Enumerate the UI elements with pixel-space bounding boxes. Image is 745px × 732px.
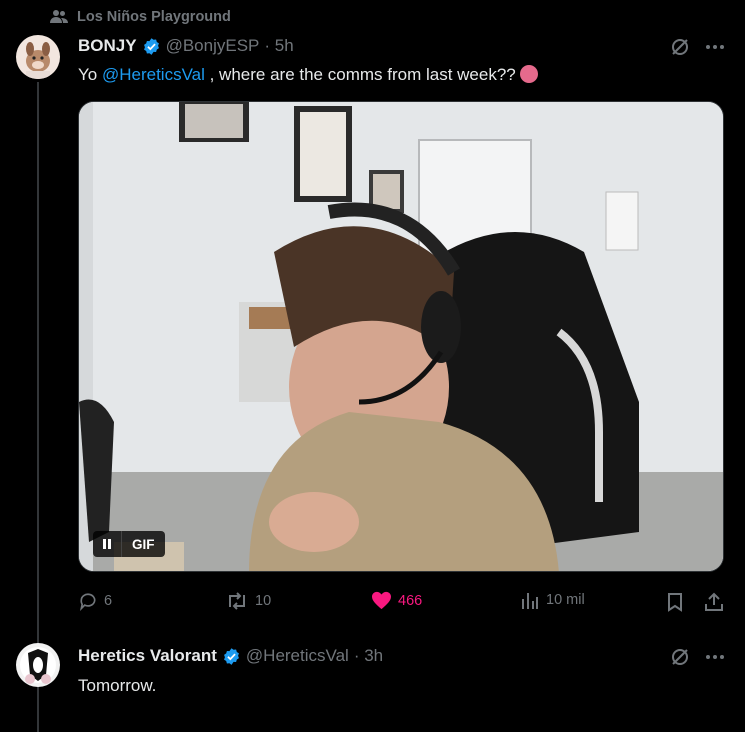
analytics-icon xyxy=(522,593,538,609)
avatar[interactable] xyxy=(16,35,60,79)
social-context-label: Los Niños Playground xyxy=(77,9,231,25)
tweet-header: BONJY @BonjyESP · 5h xyxy=(78,36,294,56)
more-options-icon[interactable] xyxy=(703,36,727,58)
reply-icon xyxy=(79,593,96,611)
share-icon[interactable] xyxy=(703,591,725,613)
reply-button[interactable]: 6 xyxy=(78,591,112,611)
grok-icon[interactable] xyxy=(668,646,692,668)
heart-filled-icon xyxy=(372,591,391,610)
gif-media[interactable]: GIF xyxy=(78,101,724,572)
tweet-text-part: , where are the comms from last week?? xyxy=(204,65,516,84)
reply-timestamp[interactable]: · 3h xyxy=(354,646,383,666)
gif-frame-image xyxy=(79,102,723,571)
mention-link[interactable]: @HereticsVal xyxy=(102,65,205,84)
reply-display-name[interactable]: Heretics Valorant xyxy=(78,646,217,666)
repost-count: 10 xyxy=(255,593,272,609)
reply-handle[interactable]: @HereticsVal xyxy=(246,646,349,666)
verified-badge-icon[interactable] xyxy=(222,647,241,666)
pause-icon[interactable] xyxy=(93,531,122,557)
timestamp[interactable]: · 5h xyxy=(264,36,293,56)
grok-icon[interactable] xyxy=(668,36,692,58)
display-name[interactable]: BONJY xyxy=(78,36,137,56)
gif-badge[interactable]: GIF xyxy=(93,531,165,557)
thread-line xyxy=(37,82,39,732)
people-icon xyxy=(50,10,68,23)
repost-button[interactable]: 10 xyxy=(225,591,271,611)
reply-header: Heretics Valorant @HereticsVal · 3h xyxy=(78,646,383,666)
angry-face-emoji-icon xyxy=(520,65,539,83)
social-context[interactable]: Los Niños Playground xyxy=(50,9,231,25)
reply-avatar[interactable] xyxy=(16,643,60,687)
handle[interactable]: @BonjyESP xyxy=(166,36,260,56)
like-count: 466 xyxy=(398,592,423,609)
reply-text: Tomorrow. xyxy=(78,676,157,695)
more-options-icon[interactable] xyxy=(703,646,727,668)
repost-icon xyxy=(229,592,245,610)
bookmark-icon[interactable] xyxy=(664,591,686,613)
verified-badge-icon[interactable] xyxy=(142,37,161,56)
reply-count: 6 xyxy=(104,593,113,609)
like-button[interactable]: 466 xyxy=(371,591,422,610)
tweet-text-part: Yo xyxy=(78,65,102,84)
gif-label: GIF xyxy=(132,536,155,552)
view-count: 10 mil xyxy=(546,592,585,608)
tweet-text: Yo @HereticsVal , where are the comms fr… xyxy=(78,64,539,86)
views-button[interactable]: 10 mil xyxy=(520,591,585,609)
